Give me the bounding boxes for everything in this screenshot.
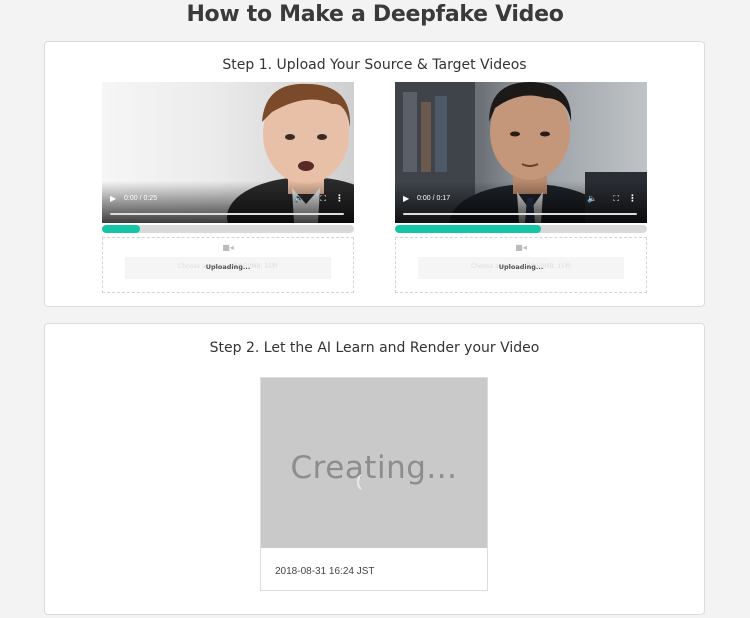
page-title: How to Make a Deepfake Video <box>186 2 564 27</box>
source-video-player[interactable]: ▶ 0:00 / 0:25 🔈 ⛶ ⋮ <box>102 82 354 223</box>
spinner-icon <box>357 471 379 493</box>
target-video-controls: ▶ 0:00 / 0:17 🔈 ⛶ ⋮ <box>395 193 647 217</box>
target-video-column: ▶ 0:00 / 0:17 🔈 ⛶ ⋮ ■◂ Choose a video...… <box>395 82 647 293</box>
step1-card: Step 1. Upload Your Source & Target Vide… <box>44 41 705 307</box>
more-icon[interactable]: ⋮ <box>628 193 637 205</box>
volume-icon[interactable]: 🔈 <box>587 193 597 205</box>
video-seek-bar[interactable] <box>110 213 344 215</box>
render-timestamp: 2018-08-31 16:24 JST <box>275 566 375 577</box>
target-upload-progress <box>395 225 647 233</box>
step2-card: Step 2. Let the AI Learn and Render your… <box>44 323 705 615</box>
play-icon[interactable]: ▶ <box>110 193 116 205</box>
video-seek-bar[interactable] <box>403 213 637 215</box>
source-video-column: ▶ 0:00 / 0:25 🔈 ⛶ ⋮ ■◂ Choose a video...… <box>102 82 354 293</box>
render-preview: Creating... 2018-08-31 16:24 JST <box>260 377 488 591</box>
video-time: 0:00 / 0:17 <box>417 195 451 202</box>
more-icon[interactable]: ⋮ <box>335 193 344 205</box>
source-video-controls: ▶ 0:00 / 0:25 🔈 ⛶ ⋮ <box>102 193 354 217</box>
upload-status: Uploading... <box>498 263 544 271</box>
video-camera-icon: ■◂ <box>222 243 234 252</box>
source-upload-dropzone[interactable]: ■◂ Choose a video... 最大50MB, 15秒 Uploadi… <box>102 237 354 293</box>
render-area: Creating... <box>261 378 487 548</box>
page: How to Make a Deepfake Video Step 1. Upl… <box>0 0 750 618</box>
video-camera-icon: ■◂ <box>515 243 527 252</box>
target-upload-dropzone[interactable]: ■◂ Choose a video... 最大50MB, 15秒 Uploadi… <box>395 237 647 293</box>
fullscreen-icon[interactable]: ⛶ <box>613 193 619 205</box>
step1-title: Step 1. Upload Your Source & Target Vide… <box>222 57 527 73</box>
step2-title: Step 2. Let the AI Learn and Render your… <box>209 340 540 356</box>
progress-fill <box>102 225 140 233</box>
upload-status: Uploading... <box>205 263 251 271</box>
play-icon[interactable]: ▶ <box>403 193 409 205</box>
video-time: 0:00 / 0:25 <box>124 195 158 202</box>
progress-fill <box>395 225 542 233</box>
source-upload-progress <box>102 225 354 233</box>
fullscreen-icon[interactable]: ⛶ <box>320 193 326 205</box>
volume-icon[interactable]: 🔈 <box>294 193 304 205</box>
target-video-player[interactable]: ▶ 0:00 / 0:17 🔈 ⛶ ⋮ <box>395 82 647 223</box>
